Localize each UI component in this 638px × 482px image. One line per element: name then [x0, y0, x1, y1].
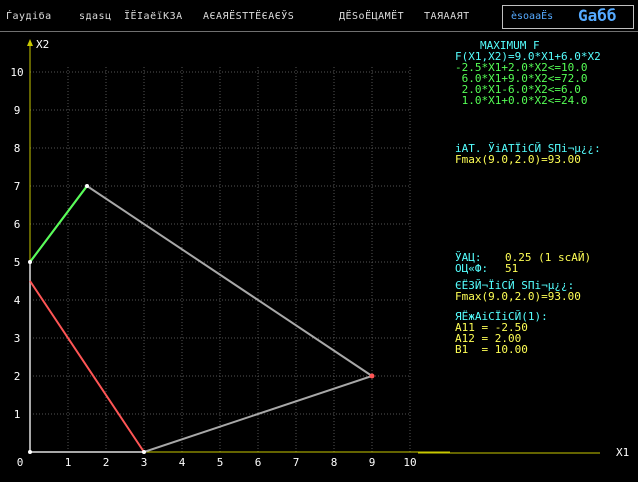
y-tick-label-6: 6 — [14, 218, 21, 231]
y-tick-label-3: 3 — [14, 332, 21, 345]
plot-area: 0 1 2 3 4 5 6 7 8 9 10 1 2 3 4 5 6 7 8 9 10 X2 — [10, 38, 450, 469]
y-tick-label-5: 5 — [14, 256, 21, 269]
x-tick-label-7: 7 — [293, 456, 300, 469]
series — [29, 184, 375, 453]
x1-axis-label: X1 — [616, 446, 629, 459]
menu-item-3[interactable]: ЇЁІаёїКЗА — [124, 11, 183, 22]
axes — [27, 39, 450, 453]
series-line-1 — [29, 184, 375, 453]
status-label: Gaбб — [578, 6, 617, 25]
iterations-value: 51 — [505, 262, 519, 275]
x-tick-label-9: 9 — [369, 456, 376, 469]
y-tick-label-8: 8 — [14, 142, 21, 155]
initial-solution-value: Fmax(9.0,2.0)=93.00 — [455, 153, 581, 166]
y-axis-arrow — [27, 39, 33, 46]
y-tick-label-1: 1 — [14, 408, 21, 421]
menu-item-4[interactable]: АЄАЯЁЅТТЁЄАЄЎЅ — [203, 11, 294, 22]
vertex-point-5 — [28, 260, 32, 264]
result-value: Fmax(9.0,2.0)=93.00 — [455, 290, 581, 303]
x-axis-extension — [418, 452, 600, 454]
vertex-point-1 — [28, 450, 32, 454]
status-box: ѐѕоааЁѕ Gaбб — [502, 5, 634, 29]
optimum-point — [369, 373, 375, 379]
y-tick-label-2: 2 — [14, 370, 21, 383]
menu-bar: Ѓаудіба ѕдаѕц ЇЁІаёїКЗА АЄАЯЁЅТТЁЄАЄЎЅ Д… — [0, 0, 638, 31]
status-text: ѐѕоааЁѕ — [511, 11, 554, 22]
y-tick-label-7: 7 — [14, 180, 21, 193]
x-tick-label-2: 2 — [103, 456, 110, 469]
grid — [30, 67, 411, 452]
menu-item-1[interactable]: Ѓаудіба — [6, 11, 52, 22]
x-tick-label-0: 0 — [17, 456, 24, 469]
y-tick-label-10: 10 — [10, 66, 23, 79]
vertex-point-2 — [142, 450, 146, 454]
x-tick-label-10: 10 — [403, 456, 416, 469]
x-label-holder: X1 — [616, 446, 629, 459]
constraint-4: 1.0*X1+0.0*X2<=24.0 — [455, 94, 588, 107]
tick-labels: 0 1 2 3 4 5 6 7 8 9 10 1 2 3 4 5 6 7 8 9 10 — [10, 66, 416, 469]
y-axis-label: X2 — [36, 38, 49, 51]
x-tick-label-3: 3 — [141, 456, 148, 469]
menu-item-2[interactable]: ѕдаѕц — [79, 11, 112, 22]
menu-item-5[interactable]: ДЁЅоЁЦАМЁТ — [339, 11, 404, 22]
x-tick-label-1: 1 — [65, 456, 72, 469]
x-tick-label-5: 5 — [217, 456, 224, 469]
y-tick-label-9: 9 — [14, 104, 21, 117]
y-tick-label-4: 4 — [14, 294, 21, 307]
x-tick-label-8: 8 — [331, 456, 338, 469]
x-tick-label-6: 6 — [255, 456, 262, 469]
iterations-label: ОЦ«Ф: — [455, 262, 489, 275]
vertex-point-4 — [85, 184, 89, 188]
series-line-3 — [29, 280, 145, 453]
menu-item-6[interactable]: ТАЯААЯТ — [424, 11, 470, 22]
coef-b1: B1 = 10.00 — [455, 343, 528, 356]
x-tick-label-4: 4 — [179, 456, 186, 469]
